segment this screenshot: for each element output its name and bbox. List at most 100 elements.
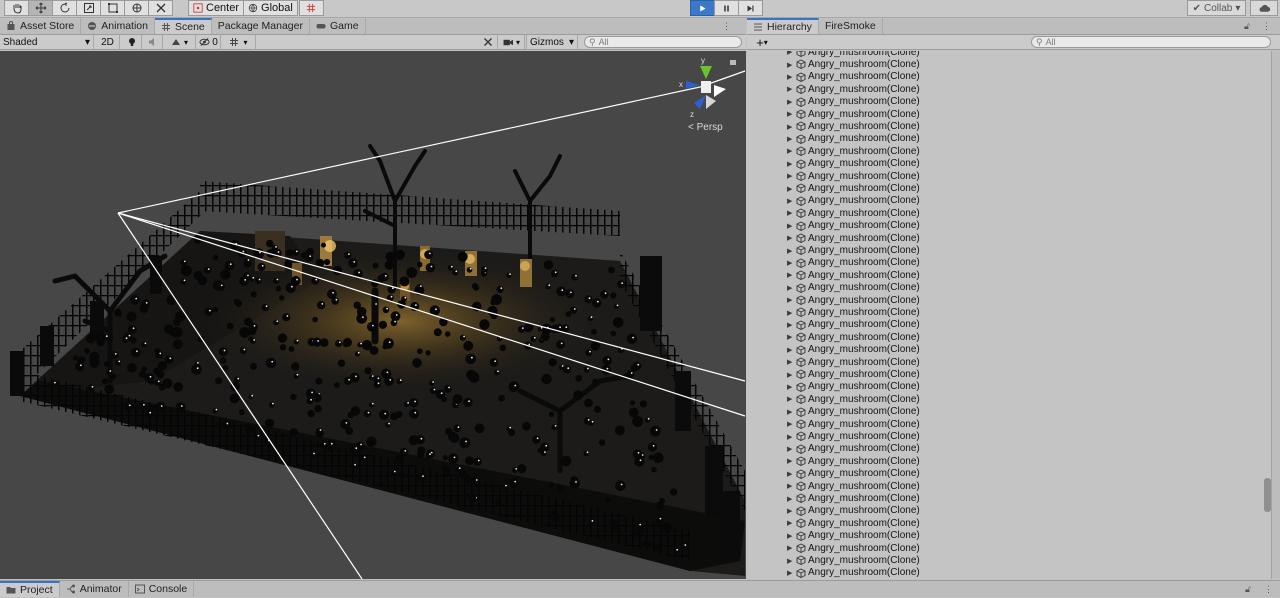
hierarchy-item[interactable]: ▶ Angry_mushroom(Clone) [747,108,1267,120]
hierarchy-item[interactable]: ▶ Angry_mushroom(Clone) [747,443,1267,455]
hierarchy-search-field[interactable]: ⚲ All [1031,36,1271,48]
expand-arrow-icon[interactable]: ▶ [787,135,792,143]
expand-arrow-icon[interactable]: ▶ [787,185,792,193]
expand-arrow-icon[interactable]: ▶ [787,234,792,242]
tab-options-icon[interactable]: ⋮ [722,21,731,32]
expand-arrow-icon[interactable]: ▶ [787,98,792,106]
play-button[interactable] [690,0,715,16]
expand-arrow-icon[interactable]: ▶ [787,284,792,292]
audio-toggle-button[interactable] [143,35,163,49]
hierarchy-item[interactable]: ▶ Angry_mushroom(Clone) [747,220,1267,232]
orientation-gizmo[interactable]: y x z [679,56,736,119]
scene-visibility-button[interactable]: 0 [197,35,221,49]
camera-dropdown[interactable]: ▾ [499,35,525,49]
hierarchy-item[interactable]: ▶ Angry_mushroom(Clone) [747,393,1267,405]
scale-tool-button[interactable] [76,0,101,16]
expand-arrow-icon[interactable]: ▶ [787,495,792,503]
panel-menu-icon[interactable]: ⋮ [1264,584,1273,595]
cloud-button[interactable] [1250,0,1278,16]
hierarchy-item[interactable]: ▶ Angry_mushroom(Clone) [747,257,1267,269]
expand-arrow-icon[interactable]: ▶ [787,333,792,341]
create-dropdown[interactable]: + ▾ [751,35,773,50]
hierarchy-item[interactable]: ▶ Angry_mushroom(Clone) [747,71,1267,83]
hand-tool-button[interactable] [4,0,29,16]
projection-toggle[interactable]: < Persp [688,122,723,133]
pause-button[interactable] [714,0,739,16]
scene-viewport[interactable]: y x z < Persp [0,51,746,579]
expand-arrow-icon[interactable]: ▶ [787,507,792,515]
hierarchy-item[interactable]: ▶ Angry_mushroom(Clone) [747,269,1267,281]
expand-arrow-icon[interactable]: ▶ [787,123,792,131]
expand-arrow-icon[interactable]: ▶ [787,482,792,490]
hierarchy-item[interactable]: ▶ Angry_mushroom(Clone) [747,158,1267,170]
hierarchy-item[interactable]: ▶ Angry_mushroom(Clone) [747,232,1267,244]
expand-arrow-icon[interactable]: ▶ [787,309,792,317]
hierarchy-item[interactable]: ▶ Angry_mushroom(Clone) [747,480,1267,492]
hierarchy-item[interactable]: ▶ Angry_mushroom(Clone) [747,195,1267,207]
tab-console[interactable]: Console [129,581,195,597]
hierarchy-item[interactable]: ▶ Angry_mushroom(Clone) [747,51,1267,58]
hierarchy-item[interactable]: ▶ Angry_mushroom(Clone) [747,368,1267,380]
expand-arrow-icon[interactable]: ▶ [787,147,792,155]
expand-arrow-icon[interactable]: ▶ [787,383,792,391]
2d-toggle-button[interactable]: 2D [96,35,120,49]
hierarchy-scrollbar[interactable] [1271,51,1280,579]
hierarchy-item[interactable]: ▶ Angry_mushroom(Clone) [747,455,1267,467]
expand-arrow-icon[interactable]: ▶ [787,346,792,354]
expand-arrow-icon[interactable]: ▶ [787,420,792,428]
expand-arrow-icon[interactable]: ▶ [787,209,792,217]
hierarchy-item[interactable]: ▶ Angry_mushroom(Clone) [747,58,1267,70]
expand-arrow-icon[interactable]: ▶ [787,85,792,93]
hierarchy-item[interactable]: ▶ Angry_mushroom(Clone) [747,492,1267,504]
tab-package-manager[interactable]: Package Manager [212,18,310,34]
panel-menu-icon[interactable]: ⋮ [1262,21,1271,32]
hierarchy-item[interactable]: ▶ Angry_mushroom(Clone) [747,567,1267,579]
expand-arrow-icon[interactable]: ▶ [787,557,792,565]
hierarchy-item[interactable]: ▶ Angry_mushroom(Clone) [747,83,1267,95]
hierarchy-item[interactable]: ▶ Angry_mushroom(Clone) [747,542,1267,554]
hierarchy-item[interactable]: ▶ Angry_mushroom(Clone) [747,145,1267,157]
move-tool-button[interactable] [28,0,53,16]
tab-asset-store[interactable]: Asset Store [0,18,82,34]
expand-arrow-icon[interactable]: ▶ [787,408,792,416]
hierarchy-scrollbar-thumb[interactable] [1264,478,1271,512]
snap-grid-button[interactable] [298,0,324,16]
hierarchy-item[interactable]: ▶ Angry_mushroom(Clone) [747,344,1267,356]
effects-dropdown[interactable]: ▾ [164,35,196,49]
expand-arrow-icon[interactable]: ▶ [787,544,792,552]
hierarchy-item[interactable]: ▶ Angry_mushroom(Clone) [747,430,1267,442]
hierarchy-item[interactable]: ▶ Angry_mushroom(Clone) [747,306,1267,318]
expand-arrow-icon[interactable]: ▶ [787,110,792,118]
expand-arrow-icon[interactable]: ▶ [787,172,792,180]
scene-tools-button[interactable] [478,35,498,49]
draw-mode-dropdown[interactable]: Shaded ▾ [0,35,94,49]
grid-dropdown[interactable]: ▾ [222,35,256,49]
expand-arrow-icon[interactable]: ▶ [787,51,792,56]
hierarchy-item[interactable]: ▶ Angry_mushroom(Clone) [747,356,1267,368]
hierarchy-item[interactable]: ▶ Angry_mushroom(Clone) [747,170,1267,182]
expand-arrow-icon[interactable]: ▶ [787,532,792,540]
lock-icon[interactable]: 🔓︎ [1244,21,1250,32]
expand-arrow-icon[interactable]: ▶ [787,259,792,267]
collab-dropdown[interactable]: ✔ Collab ▾ [1187,0,1246,16]
lighting-toggle-button[interactable] [122,35,142,49]
hierarchy-item[interactable]: ▶ Angry_mushroom(Clone) [747,120,1267,132]
tab-firesmoke[interactable]: FireSmoke [819,18,883,34]
expand-arrow-icon[interactable]: ▶ [787,395,792,403]
hierarchy-item[interactable]: ▶ Angry_mushroom(Clone) [747,468,1267,480]
hierarchy-item[interactable]: ▶ Angry_mushroom(Clone) [747,406,1267,418]
transform-tool-button[interactable] [124,0,149,16]
expand-arrow-icon[interactable]: ▶ [787,222,792,230]
step-button[interactable] [738,0,763,16]
expand-arrow-icon[interactable]: ▶ [787,197,792,205]
hierarchy-item[interactable]: ▶ Angry_mushroom(Clone) [747,319,1267,331]
hierarchy-item[interactable]: ▶ Angry_mushroom(Clone) [747,505,1267,517]
hierarchy-item[interactable]: ▶ Angry_mushroom(Clone) [747,207,1267,219]
expand-arrow-icon[interactable]: ▶ [787,61,792,69]
pivot-mode-button[interactable]: Center [188,0,245,16]
expand-arrow-icon[interactable]: ▶ [787,371,792,379]
scene-search-field[interactable]: ⚲ All [584,36,742,48]
hierarchy-item[interactable]: ▶ Angry_mushroom(Clone) [747,517,1267,529]
hierarchy-item[interactable]: ▶ Angry_mushroom(Clone) [747,418,1267,430]
tab-hierarchy[interactable]: Hierarchy [747,18,819,34]
